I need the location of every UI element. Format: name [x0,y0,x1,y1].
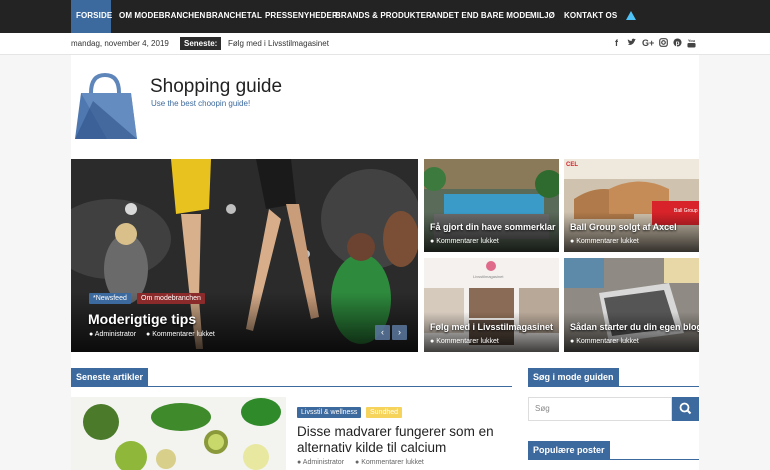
article-category-sundhed[interactable]: Sundhed [366,407,403,418]
article-thumbnail[interactable] [71,397,286,470]
current-date: mandag, november 4, 2019 [71,39,169,48]
tile-2-corner-text: CEL [566,162,578,168]
facebook-icon[interactable]: f [615,38,618,48]
nav-andet-end-bare-mode[interactable]: ANDET END BARE MODE [431,0,531,33]
search-icon [679,402,692,415]
site-logo[interactable] [73,71,139,143]
comments-status: Kommentarer lukket [576,238,639,245]
nav-miljo[interactable]: MILJØ [530,0,555,33]
popular-posts-heading: Populære poster [528,441,610,460]
comments-status: Kommentarer lukket [436,238,499,245]
featured-tile-1[interactable]: Få gjort din have sommerklar ● Kommentar… [424,159,559,252]
featured-tile-2[interactable]: CEL Ball Group Ball Group solgt af Axcel… [564,159,699,252]
google-plus-icon[interactable]: G+ [642,38,654,48]
youtube-icon[interactable]: You [687,38,696,50]
comments-status: Kommentarer lukket [576,338,639,345]
tile-3-banner-text: Livsstilmagasinet [473,274,504,279]
nav-pressenyheder[interactable]: PRESSENYHEDER [265,0,338,33]
warning-icon[interactable] [626,11,636,20]
tile-1-title[interactable]: Få gjort din have sommerklar [430,222,556,232]
latest-articles-divider [71,386,512,387]
comments-status: Kommentarer lukket [152,331,215,338]
featured-slide-main[interactable]: *Newsfeed Om modebranchen Moderigtige ti… [71,159,418,352]
latest-articles-heading: Seneste artikler [71,368,149,387]
nav-kontakt-os[interactable]: KONTAKT OS [564,0,617,33]
nav-forside[interactable]: FORSIDE [71,0,112,33]
author-name[interactable]: Administrator [95,331,136,338]
nav-branchetal[interactable]: BRANCHETAL [206,0,262,33]
category-badge-newsfeed[interactable]: *Newsfeed [89,293,131,304]
pinterest-icon[interactable]: p [673,38,682,49]
slider-prev-button[interactable]: ‹ [375,325,390,340]
slide-title[interactable]: Moderigtige tips [88,311,196,327]
comments-status: Kommentarer lukket [436,338,499,345]
tile-4-title[interactable]: Sådan starter du din egen blog [570,322,699,332]
search-button[interactable] [672,397,699,421]
svg-text:p: p [676,40,680,47]
main-navigation: FORSIDE OM MODEBRANCHEN BRANCHETAL PRESS… [0,0,770,33]
article-title[interactable]: Disse madvarer fungerer som en alternati… [297,424,497,456]
featured-tile-4[interactable]: Sådan starter du din egen blog ● Komment… [564,258,699,352]
latest-ticker-link[interactable]: Følg med i Livsstilmagasinet [228,39,329,48]
site-title[interactable]: Shopping guide [150,76,282,98]
tile-2-title[interactable]: Ball Group solgt af Axcel [570,222,677,232]
slide-author[interactable]: ● Administrator [89,331,136,338]
slide-comments: ● Kommentarer lukket [146,331,215,338]
tile-2-comments: ● Kommentarer lukket [570,238,639,245]
search-widget-heading: Søg i mode guiden [528,368,619,387]
twitter-icon[interactable] [627,38,636,49]
instagram-icon[interactable] [659,38,668,49]
svg-text:You: You [688,38,696,43]
top-bar: mandag, november 4, 2019 Seneste: Følg m… [0,33,770,55]
nav-om-modebranchen[interactable]: OM MODEBRANCHEN [119,0,205,33]
article-author[interactable]: ● Administrator [297,459,344,466]
tile-3-comments: ● Kommentarer lukket [430,338,499,345]
search-widget-divider [528,386,699,387]
nav-brands-produkter[interactable]: BRANDS & PRODUKTER [335,0,432,33]
category-badge-om-modebranchen[interactable]: Om modebranchen [137,293,205,304]
tile-3-title[interactable]: Følg med i Livsstilmagasinet [430,322,553,332]
slider-next-button[interactable]: › [392,325,407,340]
article-comments: ● Kommentarer lukket [355,459,424,466]
tile-4-comments: ● Kommentarer lukket [570,338,639,345]
site-tagline: Use the best choopin guide! [151,99,251,108]
latest-label: Seneste: [180,37,222,50]
featured-tile-3[interactable]: Livsstilmagasinet Følg med i Livsstilmag… [424,258,559,352]
search-input[interactable]: Søg [528,397,672,421]
author-name[interactable]: Administrator [303,459,344,466]
article-category-livsstil[interactable]: Livsstil & wellness [297,407,362,418]
comments-status: Kommentarer lukket [361,459,424,466]
popular-posts-divider [528,459,699,460]
tile-1-comments: ● Kommentarer lukket [430,238,499,245]
